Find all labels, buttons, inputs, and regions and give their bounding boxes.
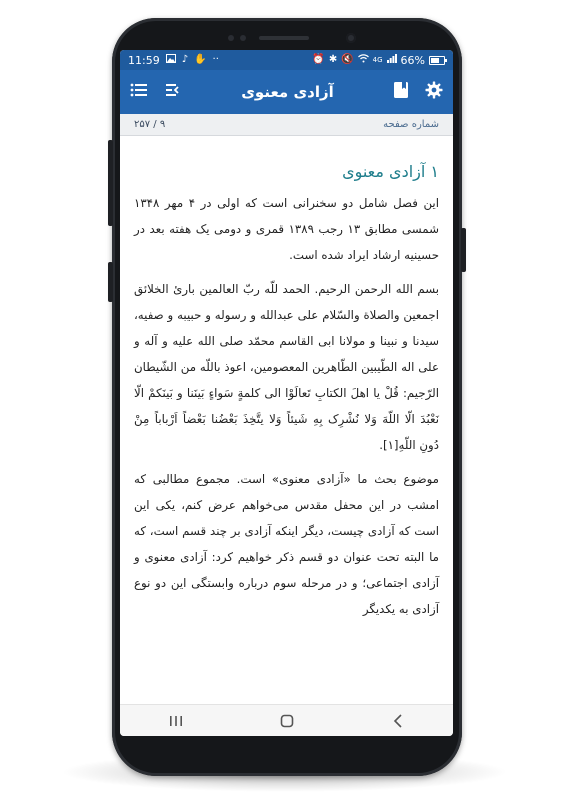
paragraph-2: بسم الله الرحمن الرحیم. الحمد للّه ربّ ا… (134, 282, 439, 452)
page-number-label: شماره صفحه (383, 119, 439, 130)
page-number-bar: ۹ / ۲۵۷ شماره صفحه (120, 114, 453, 136)
chapter-heading: ۱ آزادی معنوی (342, 162, 439, 181)
bluetooth-icon: ✱ (328, 54, 338, 65)
page-count[interactable]: ۹ / ۲۵۷ (134, 119, 165, 130)
music-icon: ♪ (181, 54, 189, 65)
paragraph-1: این فصل شامل دو سخنرانی است که اولی در ۴… (134, 196, 439, 262)
proximity-sensor (228, 35, 234, 41)
toc-icon[interactable] (164, 82, 182, 102)
network-type: 4G (372, 56, 383, 64)
phone-screen: 11:59 ♪ ✋ ·· ⏰ ✱ 🔇 4G 66% آزادی معنوی ۹ … (120, 50, 453, 736)
bixby-button (108, 262, 113, 302)
front-camera (346, 33, 356, 43)
power-button (461, 228, 466, 272)
light-sensor (240, 35, 246, 41)
battery-icon (429, 55, 447, 65)
mute-icon: 🔇 (341, 54, 354, 65)
paragraph-3: موضوع بحث ما «آزادی معنوی» است. مجموع مط… (134, 472, 439, 616)
hand-icon: ✋ (194, 54, 207, 65)
menu-icon[interactable] (130, 82, 148, 102)
volume-button (108, 140, 113, 226)
app-bar: آزادی معنوی (120, 70, 453, 114)
back-icon[interactable] (378, 709, 418, 733)
status-time: 11:59 (128, 53, 160, 67)
bookmark-icon[interactable] (393, 81, 409, 103)
more-dots-icon: ·· (212, 54, 219, 65)
settings-gear-icon[interactable] (425, 81, 443, 103)
status-bar: 11:59 ♪ ✋ ·· ⏰ ✱ 🔇 4G 66% (120, 50, 453, 70)
battery-percent: 66% (400, 53, 425, 67)
page-title: آزادی معنوی (241, 83, 334, 101)
signal-icon (386, 54, 397, 66)
image-icon (165, 54, 176, 66)
home-icon[interactable] (267, 709, 307, 733)
wifi-icon (357, 54, 369, 66)
reading-content[interactable]: ۱ آزادی معنوی این فصل شامل دو سخنرانی اس… (120, 136, 453, 704)
recent-apps-icon[interactable] (156, 709, 196, 733)
system-nav-bar (120, 704, 453, 736)
earpiece-speaker (259, 36, 309, 40)
alarm-icon: ⏰ (312, 54, 325, 65)
